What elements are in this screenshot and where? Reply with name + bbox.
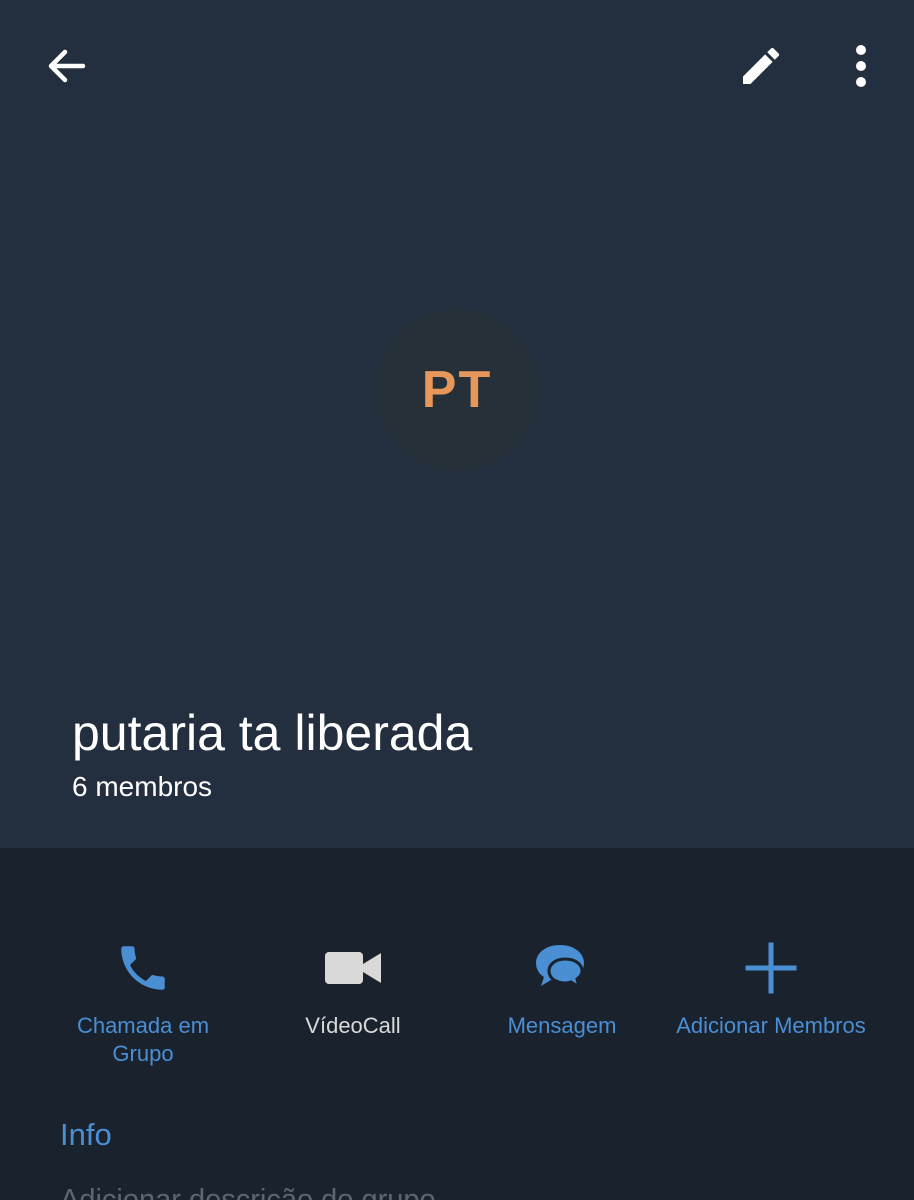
arrow-left-icon — [48, 49, 86, 83]
pencil-icon — [743, 47, 780, 84]
profile-header: PT putaria ta liberada 6 membros — [0, 0, 914, 848]
more-vertical-icon — [856, 45, 866, 87]
video-call-button[interactable]: VídeoCall — [238, 930, 468, 1040]
group-description-placeholder[interactable]: Adicionar descrição do grupo — [60, 1180, 436, 1200]
edit-button[interactable] — [721, 26, 801, 106]
phone-icon — [121, 946, 165, 990]
info-section-title: Info — [60, 1117, 112, 1152]
chat-bubbles-icon — [536, 945, 584, 991]
plus-icon — [745, 942, 797, 994]
add-members-button[interactable]: Adicionar Membros — [656, 930, 886, 1040]
more-options-button[interactable] — [821, 26, 901, 106]
video-call-label: VídeoCall — [305, 1013, 401, 1038]
video-camera-icon — [325, 952, 381, 984]
message-label: Mensagem — [507, 1013, 617, 1038]
member-count[interactable]: 6 membros — [72, 768, 212, 806]
group-name: putaria ta liberada — [72, 705, 473, 761]
group-call-label: Chamada em Grupo — [76, 1013, 210, 1066]
group-call-button[interactable]: Chamada em Grupo — [28, 930, 258, 1068]
back-button[interactable] — [27, 26, 107, 106]
group-avatar[interactable]: PT — [376, 309, 538, 471]
avatar-initials: PT — [421, 361, 493, 419]
message-button[interactable]: Mensagem — [447, 930, 677, 1040]
add-members-label: Adicionar Membros — [676, 1013, 866, 1038]
